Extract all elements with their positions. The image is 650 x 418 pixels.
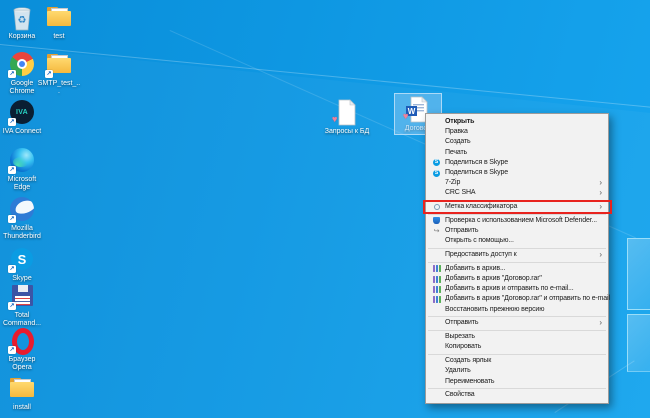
folder-icon (9, 375, 35, 402)
menu-item-edit[interactable]: Правка (426, 127, 608, 137)
submenu-arrow-icon: › (599, 178, 602, 188)
menu-item-open[interactable]: Открыть (426, 117, 608, 127)
edge-icon: ↗ (8, 147, 35, 174)
desktop-icon-opera[interactable]: ↗ Браузер Opera (0, 327, 44, 371)
shortcut-arrow-icon: ↗ (45, 70, 53, 78)
defender-shield-icon (433, 217, 440, 225)
menu-item-defender-scan[interactable]: Проверка с использованием Microsoft Defe… (426, 216, 608, 226)
folder-icon (46, 4, 72, 31)
shortcut-arrow-icon: ↗ (8, 346, 16, 354)
desktop-background[interactable]: ♻ Корзина test ↗ Google Chrome ↗ SMTP_te… (0, 0, 650, 418)
winrar-icon (432, 295, 441, 303)
menu-item-cut[interactable]: Вырезать (426, 332, 608, 342)
menu-separator (428, 353, 606, 355)
context-menu: Открыть Правка Создать Печать S Поделитьс… (423, 113, 612, 405)
file-icon-zaprosy-k-bd[interactable]: ♥ Запросы к БД (324, 99, 370, 136)
skype-icon: S (433, 169, 440, 177)
svg-text:♻: ♻ (18, 15, 27, 26)
shortcut-arrow-icon: ↗ (8, 265, 16, 273)
menu-item-classifier-label[interactable]: Метка классификатора › (423, 200, 612, 215)
menu-item-create-shortcut[interactable]: Создать ярлык (426, 356, 608, 366)
menu-separator (428, 199, 606, 201)
recycle-bin-icon: ♻ (9, 4, 35, 31)
menu-item-properties[interactable]: Свойства (426, 390, 608, 400)
svg-text:W: W (408, 107, 416, 116)
winrar-icon (432, 265, 441, 273)
thunderbird-icon: ↗ (8, 196, 35, 223)
shortcut-arrow-icon: ↗ (8, 215, 16, 223)
submenu-arrow-icon: › (599, 202, 602, 212)
winrar-icon (432, 285, 441, 293)
menu-separator (428, 247, 606, 249)
shortcut-arrow-icon: ↗ (8, 166, 16, 174)
menu-separator (428, 213, 606, 215)
skype-icon: S (433, 159, 440, 167)
desktop-icon-skype[interactable]: S ↗ Skype (0, 246, 44, 283)
submenu-arrow-icon: › (599, 188, 602, 198)
desktop-icon-test-folder[interactable]: test (37, 4, 81, 41)
winrar-icon (432, 275, 441, 283)
desktop-icon-label: SMTP_test_... (37, 80, 81, 95)
desktop-icon-total-commander[interactable]: ↗ Total Command... (0, 283, 44, 327)
menu-item-add-archive-email[interactable]: Добавить в архив и отправить по e-mail..… (426, 284, 608, 294)
menu-item-add-to-archive-named[interactable]: Добавить в архив "Договор.rar" (426, 274, 608, 284)
desktop-icon-label: Microsoft Edge (7, 176, 37, 191)
shortcut-arrow-icon: ↗ (8, 118, 16, 126)
menu-item-share-skype-2[interactable]: S Поделиться в Skype (426, 168, 608, 178)
desktop-icon-install-folder[interactable]: install (0, 375, 44, 412)
menu-item-share[interactable]: ↪ Отправить (426, 226, 608, 236)
document-icon: ♥ (332, 99, 360, 126)
opera-icon: ↗ (8, 327, 35, 355)
menu-item-delete[interactable]: Удалить (426, 366, 608, 376)
iva-connect-icon: IVA ↗ (8, 99, 35, 126)
desktop-icon-smtp-test-folder[interactable]: ↗ SMTP_test_... (37, 51, 81, 95)
menu-separator (428, 316, 606, 318)
desktop-icon-microsoft-edge[interactable]: ↗ Microsoft Edge (0, 147, 44, 191)
desktop-icon-iva-connect[interactable]: IVA ↗ IVA Connect (0, 99, 44, 136)
menu-item-add-to-archive[interactable]: Добавить в архив... (426, 264, 608, 274)
windows-logo-pane (627, 238, 650, 310)
menu-item-restore-previous-version[interactable]: Восстановить прежнюю версию (426, 305, 608, 315)
desktop-icon-label: test (53, 33, 65, 40)
classifier-label-icon (433, 204, 440, 211)
menu-item-rename[interactable]: Переименовать (426, 376, 608, 386)
classifier-heart-badge: ♥ (403, 111, 409, 121)
menu-item-open-with[interactable]: Открыть с помощью... (426, 236, 608, 246)
menu-item-create[interactable]: Создать (426, 137, 608, 147)
menu-separator (428, 329, 606, 331)
file-label: Запросы к БД (324, 128, 370, 135)
desktop-icon-mozilla-thunderbird[interactable]: ↗ Mozilla Thunderbird (0, 196, 44, 240)
menu-separator (428, 261, 606, 263)
menu-item-share-skype-1[interactable]: S Поделиться в Skype (426, 158, 608, 168)
desktop-icon-label: Skype (12, 275, 32, 282)
menu-item-send-to[interactable]: Отправить › (426, 318, 608, 328)
chrome-icon: ↗ (8, 51, 35, 78)
desktop-icon-label: install (13, 404, 31, 411)
desktop-icon-label: Браузер Opera (8, 356, 36, 371)
desktop-icon-label: Total Command... (2, 312, 42, 327)
folder-icon: ↗ (45, 51, 72, 78)
submenu-arrow-icon: › (599, 318, 602, 328)
share-icon: ↪ (433, 227, 440, 235)
menu-item-give-access[interactable]: Предоставить доступ к › (426, 250, 608, 260)
shortcut-arrow-icon: ↗ (8, 302, 16, 310)
desktop-icon-label: IVA Connect (2, 128, 42, 135)
windows-logo-pane (627, 314, 650, 372)
shortcut-arrow-icon: ↗ (8, 70, 16, 78)
menu-item-add-archive-named-email[interactable]: Добавить в архив "Договор.rar" и отправи… (426, 294, 610, 304)
menu-item-crc-sha[interactable]: CRC SHA › (426, 188, 608, 198)
skype-icon: S ↗ (8, 246, 35, 273)
menu-item-copy[interactable]: Копировать (426, 342, 608, 352)
classifier-heart-badge: ♥ (332, 114, 338, 124)
desktop-icon-label: Mozilla Thunderbird (3, 225, 41, 240)
total-commander-icon: ↗ (8, 283, 35, 310)
menu-item-print[interactable]: Печать (426, 148, 608, 158)
menu-separator (428, 387, 606, 389)
submenu-arrow-icon: › (599, 250, 602, 260)
menu-item-7zip[interactable]: 7-Zip › (426, 178, 608, 188)
